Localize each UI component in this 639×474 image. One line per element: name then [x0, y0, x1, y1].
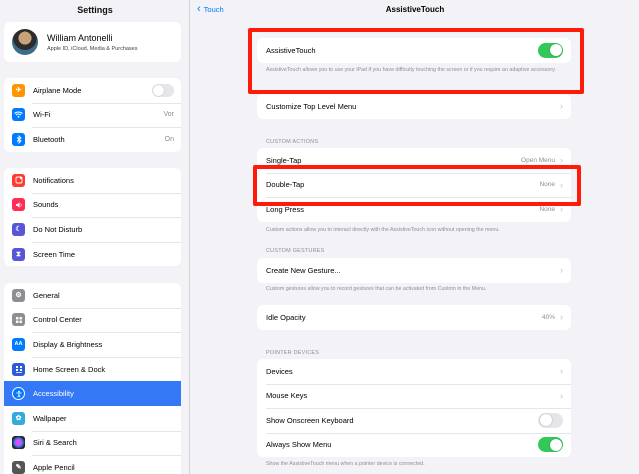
accessibility-icon: [12, 387, 25, 401]
sidebar-item-label: Apple Pencil: [33, 462, 75, 472]
custom-gestures-header: CUSTOM GESTURES: [266, 248, 325, 254]
chevron-right-icon: ›: [560, 390, 563, 401]
devices-row[interactable]: Devices ›: [257, 359, 571, 384]
custom-gestures-group: Create New Gesture... ›: [257, 258, 571, 283]
sidebar-group-general: ⚙ General Control Center AA Display & Br…: [4, 283, 181, 474]
airplane-icon: ✈: [12, 83, 25, 97]
sidebar-item-control-center[interactable]: Control Center: [4, 307, 181, 333]
moon-icon: ☾: [12, 222, 25, 236]
sidebar-item-label: Wallpaper: [33, 413, 67, 423]
pointer-devices-footer: Show the AssistiveTouch menu when a poin…: [266, 461, 425, 467]
always-show-menu-row: Always Show Menu: [257, 432, 571, 458]
pointer-devices-group: Devices › Mouse Keys › Show Onscreen Key…: [257, 359, 571, 457]
sidebar-item-label: Bluetooth: [33, 134, 65, 144]
always-show-menu-label: Always Show Menu: [266, 440, 332, 450]
bluetooth-value: On: [164, 135, 174, 143]
always-show-menu-toggle[interactable]: [538, 437, 563, 453]
mouse-keys-label: Mouse Keys: [266, 391, 308, 401]
custom-actions-header: CUSTOM ACTIONS: [266, 139, 319, 145]
sidebar-item-general[interactable]: ⚙ General: [4, 283, 181, 308]
wifi-icon: [12, 108, 25, 122]
custom-actions-footer: Custom actions allow you to interact dir…: [266, 227, 500, 233]
custom-gestures-footer: Custom gestures allow you to record gest…: [266, 286, 487, 292]
sidebar-item-label: Notifications: [33, 175, 74, 185]
pointer-devices-header: POINTER DEVICES: [266, 350, 320, 356]
sidebar-item-label: Display & Brightness: [33, 339, 103, 349]
display-icon: AA: [12, 337, 25, 351]
profile-name: William Antonelli: [47, 32, 113, 43]
show-onscreen-keyboard-toggle[interactable]: [538, 412, 563, 428]
create-new-gesture-row[interactable]: Create New Gesture... ›: [257, 258, 571, 283]
sidebar-item-screen-time[interactable]: ⧗ Screen Time: [4, 241, 181, 267]
sidebar-item-apple-pencil[interactable]: ✎ Apple Pencil: [4, 455, 181, 474]
airplane-mode-toggle[interactable]: [152, 83, 174, 97]
avatar: [12, 29, 38, 55]
sidebar-item-airplane-mode[interactable]: ✈ Airplane Mode: [4, 78, 181, 103]
wifi-value: Vor: [163, 111, 174, 119]
idle-opacity-group: Idle Opacity 40% ›: [257, 305, 571, 330]
sidebar-item-label: General: [33, 290, 60, 300]
control-center-icon: [12, 313, 25, 327]
assistive-touch-pane: ‹ Touch AssistiveTouch AssistiveTouch As…: [191, 0, 639, 474]
show-onscreen-keyboard-row: Show Onscreen Keyboard: [257, 408, 571, 433]
chevron-right-icon: ›: [560, 265, 563, 276]
sidebar-item-notifications[interactable]: Notifications: [4, 168, 181, 193]
sidebar-item-bluetooth[interactable]: Bluetooth On: [4, 127, 181, 152]
home-screen-icon: [12, 362, 25, 376]
idle-opacity-label: Idle Opacity: [266, 312, 306, 322]
settings-sidebar: Settings William Antonelli Apple ID, iCl…: [0, 0, 190, 474]
sidebar-item-label: Airplane Mode: [33, 85, 82, 95]
sidebar-item-label: Do Not Disturb: [33, 224, 83, 234]
sounds-icon: [12, 198, 25, 212]
notifications-icon: [12, 173, 25, 187]
wallpaper-icon: ✿: [12, 411, 25, 425]
bluetooth-icon: [12, 132, 25, 146]
sidebar-title: Settings: [77, 5, 113, 15]
single-tap-value: Open Menu: [521, 156, 555, 164]
sidebar-item-label: Siri & Search: [33, 438, 77, 448]
long-press-label: Long Press: [266, 204, 304, 214]
sidebar-item-label: Screen Time: [33, 249, 76, 259]
siri-icon: [12, 436, 25, 450]
hourglass-icon: ⧗: [12, 247, 25, 261]
sidebar-item-display-brightness[interactable]: AA Display & Brightness: [4, 332, 181, 357]
chevron-right-icon: ›: [560, 155, 563, 166]
sidebar-item-do-not-disturb[interactable]: ☾ Do Not Disturb: [4, 217, 181, 242]
sidebar-item-home-screen-dock[interactable]: Home Screen & Dock: [4, 356, 181, 382]
sidebar-item-accessibility[interactable]: Accessibility: [4, 381, 181, 406]
customize-menu-group: Customize Top Level Menu ›: [257, 94, 571, 119]
page-title: AssistiveTouch: [385, 5, 445, 14]
customize-menu-label: Customize Top Level Menu: [266, 101, 357, 111]
mouse-keys-row[interactable]: Mouse Keys ›: [257, 383, 571, 409]
single-tap-label: Single-Tap: [266, 155, 302, 165]
idle-opacity-value: 40%: [541, 313, 555, 321]
highlight-box-double-tap: [253, 165, 581, 206]
sidebar-group-connectivity: ✈ Airplane Mode Wi-Fi Vor Bluetooth On: [4, 78, 181, 152]
sidebar-item-label: Wi-Fi: [33, 110, 51, 120]
idle-opacity-row[interactable]: Idle Opacity 40% ›: [257, 305, 571, 330]
apple-id-profile[interactable]: William Antonelli Apple ID, iCloud, Medi…: [4, 22, 181, 62]
sidebar-item-label: Sounds: [33, 200, 59, 210]
devices-label: Devices: [266, 366, 293, 376]
sidebar-item-wifi[interactable]: Wi-Fi Vor: [4, 102, 181, 128]
sidebar-item-label: Control Center: [33, 315, 82, 325]
sidebar-item-wallpaper[interactable]: ✿ Wallpaper: [4, 406, 181, 431]
profile-subtitle: Apple ID, iCloud, Media & Purchases: [47, 45, 138, 52]
sidebar-item-label: Accessibility: [33, 389, 74, 399]
sidebar-item-label: Home Screen & Dock: [33, 364, 106, 374]
chevron-right-icon: ›: [560, 312, 563, 323]
gear-icon: ⚙: [12, 288, 25, 302]
sidebar-item-siri-search[interactable]: Siri & Search: [4, 430, 181, 456]
chevron-right-icon: ›: [560, 366, 563, 377]
create-new-gesture-label: Create New Gesture...: [266, 265, 341, 275]
pencil-icon: ✎: [12, 460, 25, 474]
long-press-value: None: [539, 205, 555, 213]
chevron-right-icon: ›: [560, 101, 563, 112]
customize-top-level-menu-row[interactable]: Customize Top Level Menu ›: [257, 94, 571, 119]
sidebar-item-sounds[interactable]: Sounds: [4, 192, 181, 218]
show-onscreen-keyboard-label: Show Onscreen Keyboard: [266, 415, 354, 425]
sidebar-group-notifications: Notifications Sounds ☾ Do Not Disturb ⧗ …: [4, 168, 181, 267]
highlight-box-assistive-touch: [248, 28, 584, 94]
